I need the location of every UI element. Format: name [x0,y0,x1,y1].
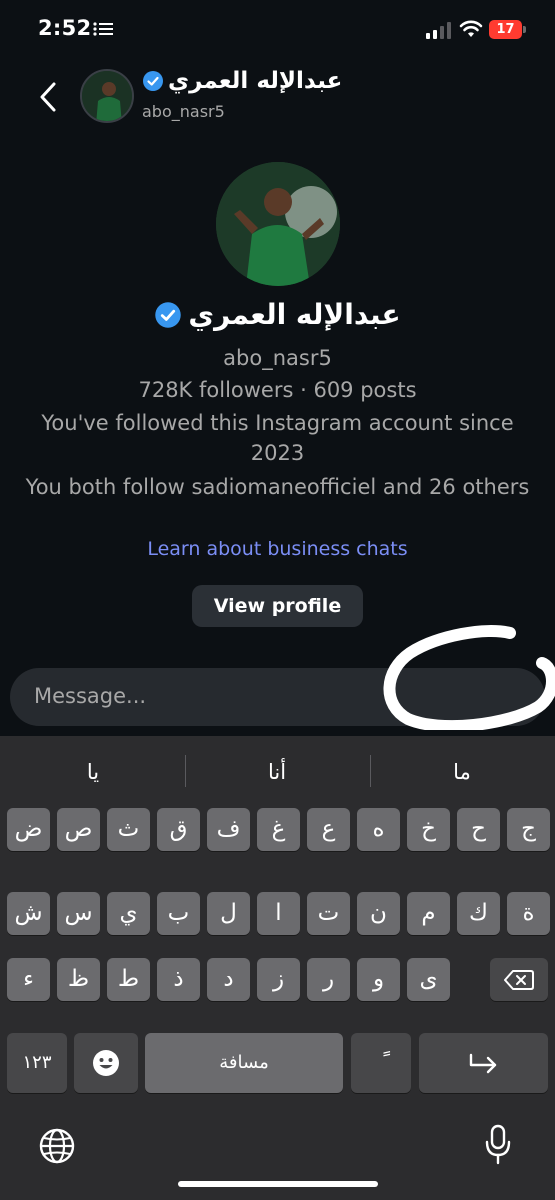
wifi-icon [459,20,483,37]
cellular-signal-icon [426,22,451,39]
key[interactable]: ض [7,808,50,851]
home-indicator [178,1181,378,1187]
key[interactable]: ق [157,808,200,851]
followed-since-text: You've followed this Instagram account s… [41,411,514,465]
profile-avatar[interactable] [216,162,340,286]
key[interactable]: ح [457,808,500,851]
suggestion-divider [370,755,371,787]
key[interactable]: ه [357,808,400,851]
return-key[interactable] [419,1033,548,1093]
key[interactable]: ر [307,958,350,1001]
profile-name-row: عبدالإله العمري [0,298,555,331]
header-username: abo_nasr5 [142,102,225,121]
battery-indicator: 17 [489,20,522,39]
microphone-icon[interactable] [484,1124,512,1166]
return-arrow-icon [469,1053,496,1074]
key[interactable]: د [207,958,250,1001]
key[interactable]: ل [207,892,250,935]
key[interactable]: ص [57,808,100,851]
key[interactable]: ت [307,892,350,935]
diacritic-key[interactable]: ً [351,1033,411,1093]
key[interactable]: ع [307,808,350,851]
profile-stats: 728K followers · 609 posts [138,378,417,402]
profile-name: عبدالإله العمري [188,298,401,331]
key[interactable]: ج [507,808,550,851]
key[interactable]: ء [7,958,50,1001]
numbers-key[interactable]: ١٢٣ [7,1033,67,1093]
key[interactable]: ن [357,892,400,935]
message-input[interactable]: Message... [10,668,545,726]
suggestion-3[interactable]: ما [402,760,522,784]
key[interactable]: ى [407,958,450,1001]
globe-icon[interactable] [38,1127,76,1165]
profile-username: abo_nasr5 [223,346,332,370]
key[interactable]: ة [507,892,550,935]
space-key[interactable]: مسافة [145,1033,343,1093]
key[interactable]: ا [257,892,300,935]
key[interactable]: ظ [57,958,100,1001]
message-placeholder: Message... [34,684,147,708]
view-profile-button[interactable]: View profile [192,585,363,627]
learn-business-chats-link[interactable]: Learn about business chats [0,538,555,560]
key[interactable]: ك [457,892,500,935]
back-button[interactable] [34,80,64,114]
key[interactable]: غ [257,808,300,851]
status-time: 2:52 [38,16,92,40]
delete-backspace-icon [504,970,534,990]
header-name: عبدالإله العمري [168,68,343,94]
key[interactable]: خ [407,808,450,851]
mutual-followers-text: You both follow sadiomaneofficiel and 26… [25,475,530,499]
key[interactable]: م [407,892,450,935]
key[interactable]: ذ [157,958,200,1001]
verified-badge-icon [143,71,163,91]
verified-badge-icon [155,301,182,328]
suggestion-2[interactable]: أنا [217,760,337,784]
key[interactable]: ز [257,958,300,1001]
list-icon [93,22,113,36]
emoji-icon [93,1050,119,1076]
key[interactable]: ث [107,808,150,851]
key[interactable]: و [357,958,400,1001]
battery-cap [523,26,526,33]
status-bar: 2:52 17 [0,0,555,58]
suggestion-divider [185,755,186,787]
header-name-row[interactable]: عبدالإله العمري [142,68,342,94]
delete-key[interactable] [490,958,548,1001]
key[interactable]: ط [107,958,150,1001]
key[interactable]: س [57,892,100,935]
key[interactable]: ش [7,892,50,935]
key[interactable]: ي [107,892,150,935]
header-avatar[interactable] [80,69,134,123]
key[interactable]: ف [207,808,250,851]
key[interactable]: ب [157,892,200,935]
suggestion-1[interactable]: يا [33,760,153,784]
emoji-key[interactable] [74,1033,138,1093]
